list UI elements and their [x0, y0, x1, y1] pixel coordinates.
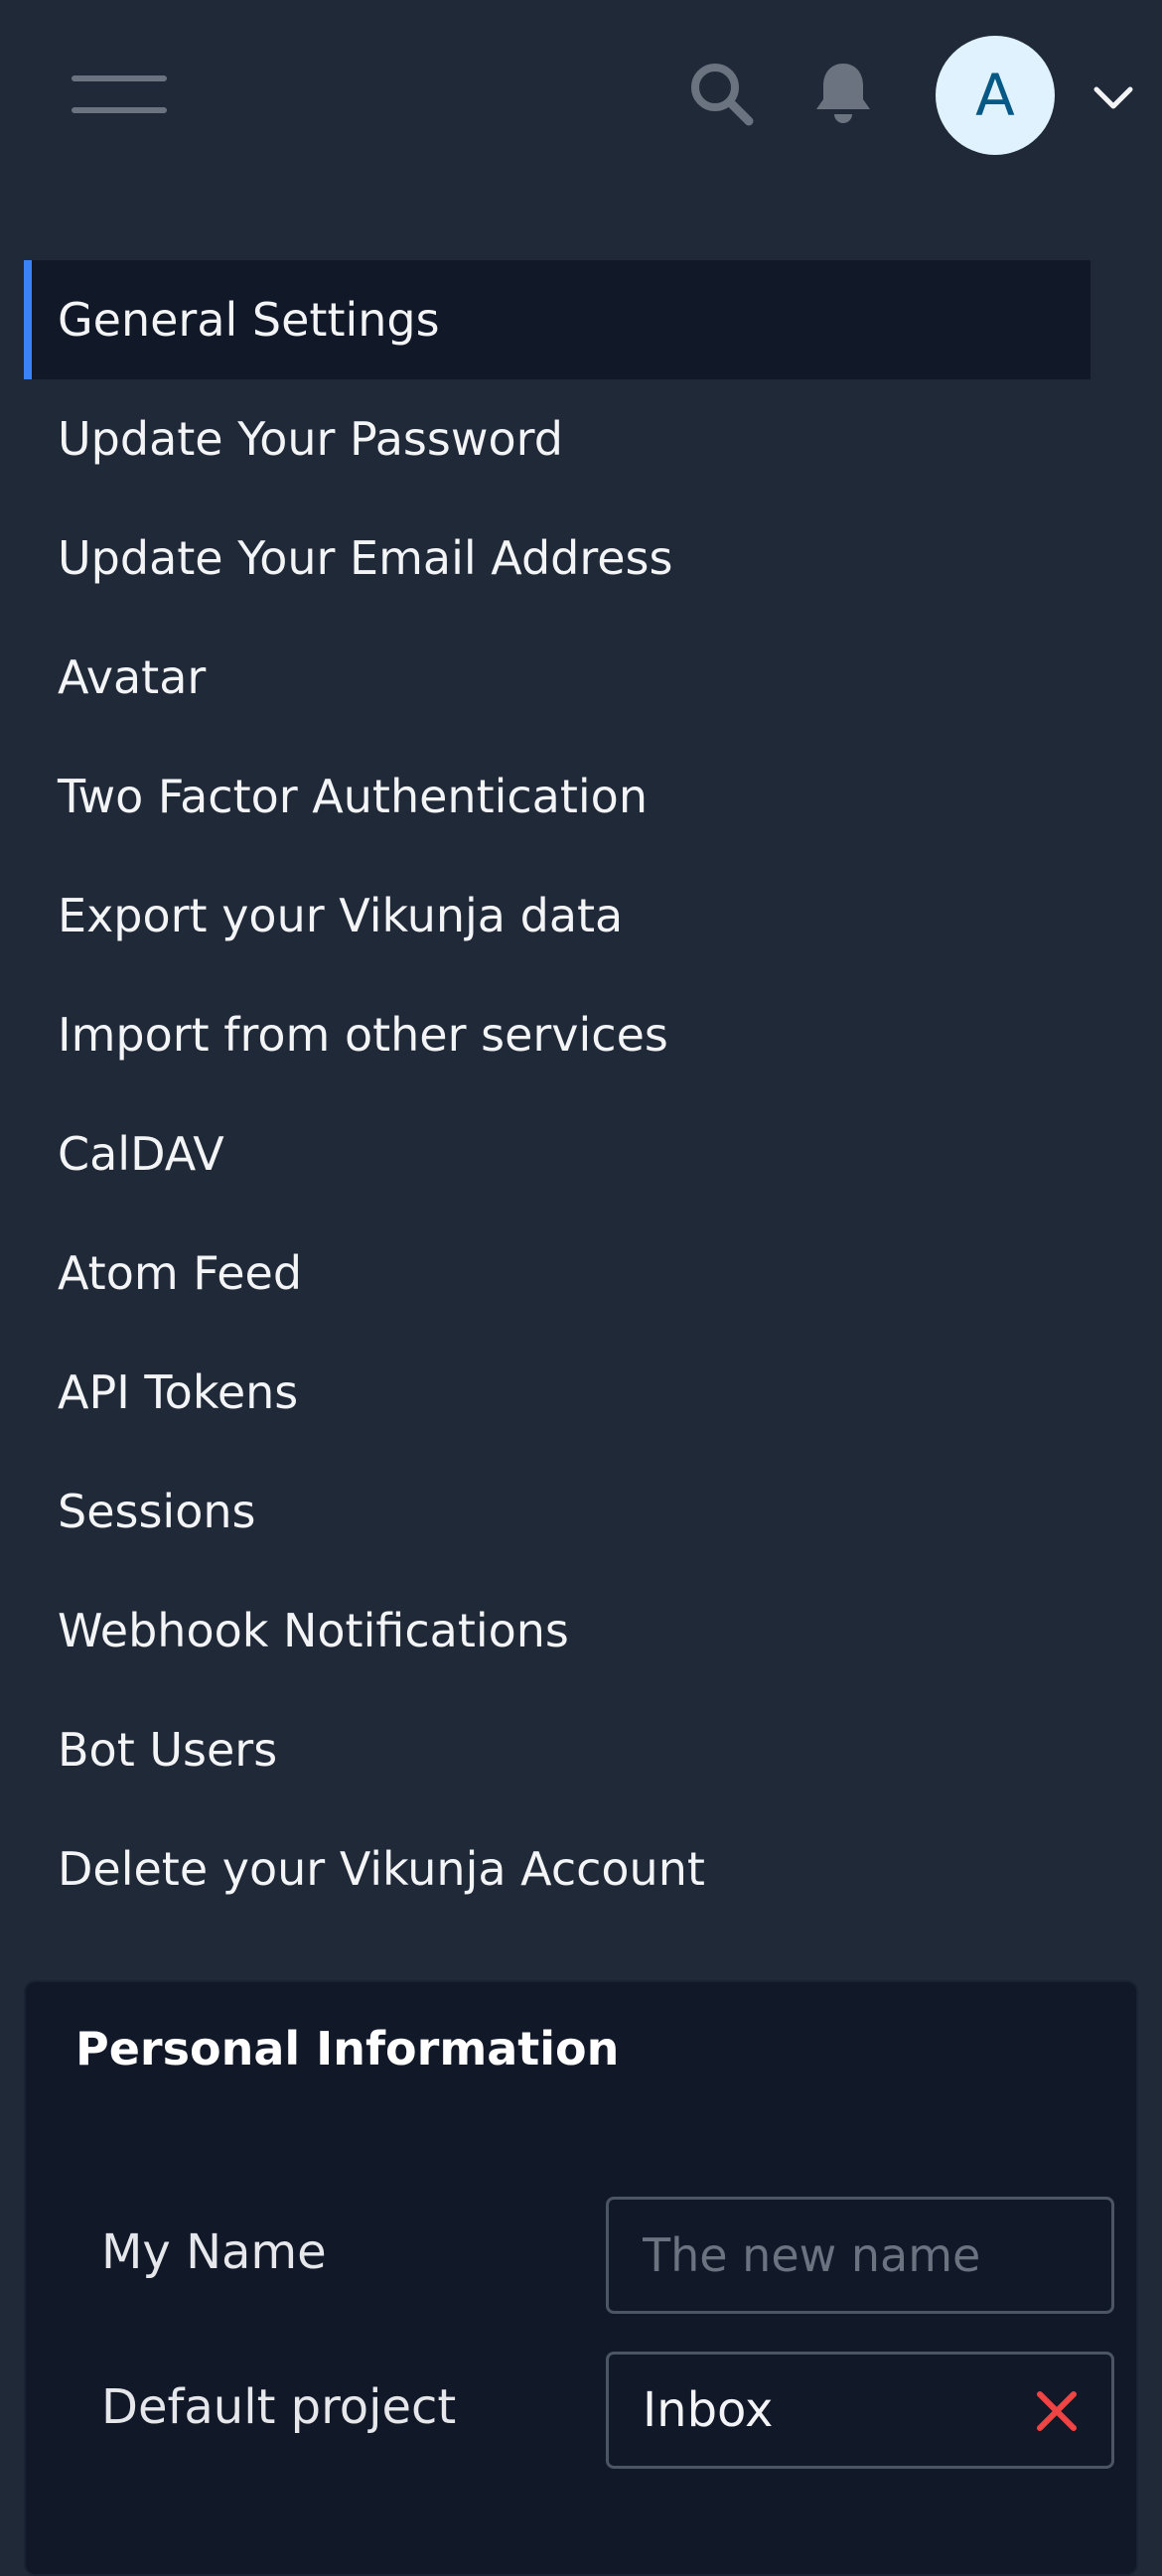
name-label: My Name [101, 2224, 327, 2280]
nav-item-avatar[interactable]: Avatar [24, 618, 1090, 737]
nav-item-two-factor[interactable]: Two Factor Authentication [24, 737, 1090, 856]
default-project-label: Default project [101, 2379, 457, 2435]
chevron-down-icon[interactable] [1092, 79, 1134, 115]
nav-item-atom-feed[interactable]: Atom Feed [24, 1214, 1090, 1333]
personal-information-card: Personal Information My Name Default pro… [24, 1980, 1138, 2576]
nav-item-sessions[interactable]: Sessions [24, 1452, 1090, 1571]
nav-item-export-data[interactable]: Export your Vikunja data [24, 856, 1090, 975]
avatar[interactable]: A [936, 36, 1055, 155]
nav-item-update-password[interactable]: Update Your Password [24, 379, 1090, 499]
card-title: Personal Information [75, 2022, 620, 2075]
search-icon[interactable] [687, 60, 755, 127]
nav-item-webhooks[interactable]: Webhook Notifications [24, 1571, 1090, 1690]
default-project-select[interactable]: Inbox [606, 2352, 1114, 2469]
nav-item-update-email[interactable]: Update Your Email Address [24, 499, 1090, 618]
avatar-letter: A [975, 62, 1015, 129]
hamburger-menu-icon[interactable] [72, 72, 167, 117]
top-bar: A [0, 0, 1162, 194]
nav-item-general-settings[interactable]: General Settings [24, 260, 1090, 379]
nav-item-caldav[interactable]: CalDAV [24, 1094, 1090, 1214]
default-project-value: Inbox [643, 2382, 774, 2438]
nav-item-import[interactable]: Import from other services [24, 975, 1090, 1094]
nav-item-delete-account[interactable]: Delete your Vikunja Account [24, 1809, 1090, 1929]
close-icon[interactable] [1036, 2390, 1078, 2432]
nav-item-bot-users[interactable]: Bot Users [24, 1690, 1090, 1809]
name-input[interactable] [606, 2197, 1114, 2314]
bell-icon[interactable] [812, 60, 874, 127]
nav-item-api-tokens[interactable]: API Tokens [24, 1333, 1090, 1452]
